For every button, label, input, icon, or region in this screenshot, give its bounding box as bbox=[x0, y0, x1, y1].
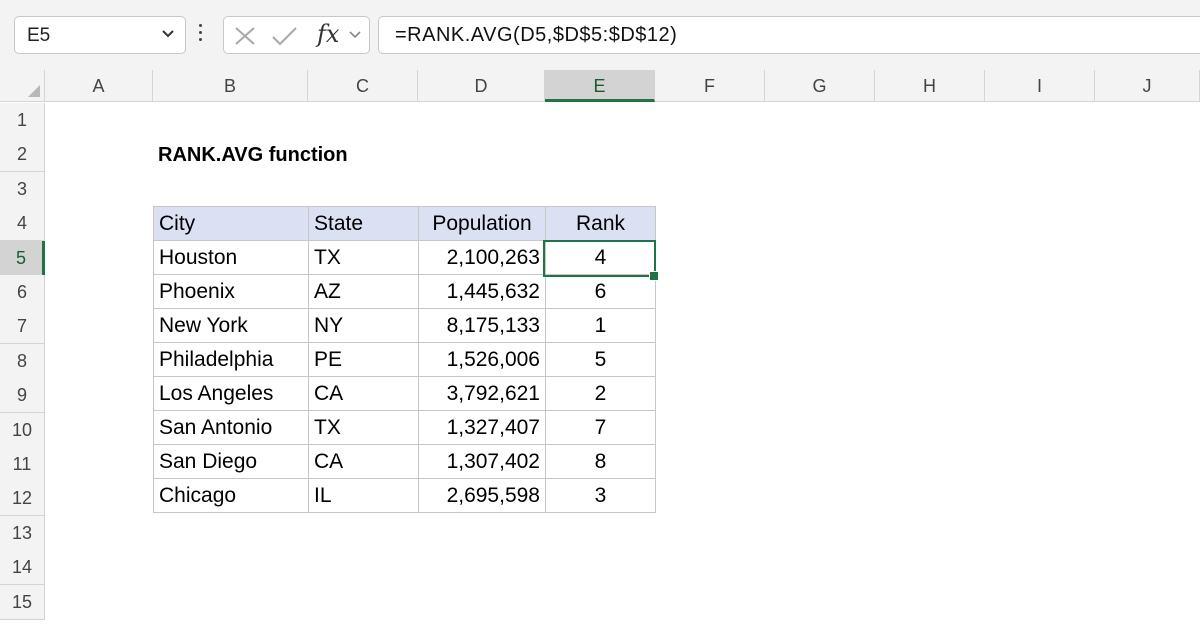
city-cell[interactable]: San Diego bbox=[153, 444, 309, 479]
column-header-h[interactable]: H bbox=[875, 70, 985, 102]
table-row: San Antonio TX 1,327,407 7 bbox=[153, 410, 656, 445]
rank-cell[interactable]: 5 bbox=[545, 342, 656, 377]
formula-bar: E5 fx =RANK.AVG(D5,$D$5:$D$12) bbox=[0, 0, 1200, 70]
column-header-j[interactable]: J bbox=[1095, 70, 1200, 102]
header-population[interactable]: Population bbox=[418, 206, 546, 241]
column-header-d[interactable]: D bbox=[418, 70, 545, 102]
header-state[interactable]: State bbox=[308, 206, 419, 241]
city-cell[interactable]: Philadelphia bbox=[153, 342, 309, 377]
table-row: Philadelphia PE 1,526,006 5 bbox=[153, 342, 656, 377]
x-icon[interactable] bbox=[232, 26, 258, 46]
name-box[interactable]: E5 bbox=[14, 16, 186, 54]
row-header-6[interactable]: 6 bbox=[0, 275, 45, 310]
column-header-b[interactable]: B bbox=[153, 70, 308, 102]
column-header-i[interactable]: I bbox=[985, 70, 1095, 102]
chevron-down-icon[interactable] bbox=[349, 31, 361, 40]
table-row: New York NY 8,175,133 1 bbox=[153, 308, 656, 343]
state-cell[interactable]: TX bbox=[308, 410, 419, 445]
header-rank[interactable]: Rank bbox=[545, 206, 656, 241]
state-cell[interactable]: TX bbox=[308, 240, 419, 275]
column-header-a[interactable]: A bbox=[45, 70, 153, 102]
city-cell[interactable]: Chicago bbox=[153, 478, 309, 513]
row-header-9[interactable]: 9 bbox=[0, 378, 45, 414]
column-header-e[interactable]: E bbox=[545, 70, 655, 102]
row-header-15[interactable]: 15 bbox=[0, 584, 45, 620]
population-cell[interactable]: 1,445,632 bbox=[418, 274, 546, 309]
state-cell[interactable]: NY bbox=[308, 308, 419, 343]
population-cell[interactable]: 1,307,402 bbox=[418, 444, 546, 479]
table-header-row: City State Population Rank bbox=[153, 206, 656, 241]
row-header-1[interactable]: 1 bbox=[0, 103, 45, 138]
rank-cell[interactable]: 6 bbox=[545, 274, 656, 309]
row-header-12[interactable]: 12 bbox=[0, 481, 45, 517]
formula-input[interactable]: =RANK.AVG(D5,$D$5:$D$12) bbox=[378, 16, 1200, 54]
city-cell[interactable]: Los Angeles bbox=[153, 376, 309, 411]
rank-cell[interactable]: 2 bbox=[545, 376, 656, 411]
row-header-4[interactable]: 4 bbox=[0, 206, 45, 242]
state-cell[interactable]: CA bbox=[308, 444, 419, 479]
row-header-5[interactable]: 5 bbox=[0, 240, 45, 276]
population-cell[interactable]: 2,695,598 bbox=[418, 478, 546, 513]
rank-cell[interactable]: 1 bbox=[545, 308, 656, 343]
table-row: Chicago IL 2,695,598 3 bbox=[153, 478, 656, 513]
rank-cell[interactable]: 3 bbox=[545, 478, 656, 513]
state-cell[interactable]: PE bbox=[308, 342, 419, 377]
row-header-3[interactable]: 3 bbox=[0, 171, 45, 207]
row-header-14[interactable]: 14 bbox=[0, 550, 45, 586]
state-cell[interactable]: AZ bbox=[308, 274, 419, 309]
population-cell[interactable]: 2,100,263 bbox=[418, 240, 546, 275]
city-cell[interactable]: New York bbox=[153, 308, 309, 343]
formula-text: =RANK.AVG(D5,$D$5:$D$12) bbox=[395, 24, 678, 46]
column-header-g[interactable]: G bbox=[765, 70, 875, 102]
chevron-down-icon[interactable] bbox=[161, 29, 175, 39]
fill-handle[interactable] bbox=[649, 271, 659, 281]
state-cell[interactable]: CA bbox=[308, 376, 419, 411]
city-cell[interactable]: Houston bbox=[153, 240, 309, 275]
header-city[interactable]: City bbox=[153, 206, 309, 241]
population-cell[interactable]: 1,526,006 bbox=[418, 342, 546, 377]
vertical-dots-icon[interactable] bbox=[199, 24, 203, 46]
state-cell[interactable]: IL bbox=[308, 478, 419, 513]
row-header-13[interactable]: 13 bbox=[0, 515, 45, 551]
row-header-10[interactable]: 10 bbox=[0, 412, 45, 448]
fx-icon[interactable]: fx bbox=[317, 20, 339, 48]
select-all-button[interactable] bbox=[0, 70, 45, 102]
rank-cell[interactable]: 7 bbox=[545, 410, 656, 445]
rank-cell[interactable]: 4 bbox=[545, 240, 656, 275]
rank-cell[interactable]: 8 bbox=[545, 444, 656, 479]
check-icon[interactable] bbox=[270, 26, 298, 46]
data-table: City State Population Rank Houston TX 2,10… bbox=[153, 206, 656, 513]
name-box-value: E5 bbox=[27, 25, 51, 46]
city-cell[interactable]: Phoenix bbox=[153, 274, 309, 309]
column-header-c[interactable]: C bbox=[308, 70, 418, 102]
column-header-f[interactable]: F bbox=[655, 70, 765, 102]
sheet-title: RANK.AVG function bbox=[158, 144, 348, 166]
row-header-11[interactable]: 11 bbox=[0, 447, 45, 482]
population-cell[interactable]: 3,792,621 bbox=[418, 376, 546, 411]
row-header-2[interactable]: 2 bbox=[0, 137, 45, 173]
table-row: Houston TX 2,100,263 4 bbox=[153, 240, 656, 275]
formula-controls: fx bbox=[223, 16, 370, 54]
population-cell[interactable]: 8,175,133 bbox=[418, 308, 546, 343]
population-cell[interactable]: 1,327,407 bbox=[418, 410, 546, 445]
table-row: Los Angeles CA 3,792,621 2 bbox=[153, 376, 656, 411]
city-cell[interactable]: San Antonio bbox=[153, 410, 309, 445]
table-row: Phoenix AZ 1,445,632 6 bbox=[153, 274, 656, 309]
row-header-8[interactable]: 8 bbox=[0, 343, 45, 379]
table-row: San Diego CA 1,307,402 8 bbox=[153, 444, 656, 479]
row-header-7[interactable]: 7 bbox=[0, 309, 45, 345]
